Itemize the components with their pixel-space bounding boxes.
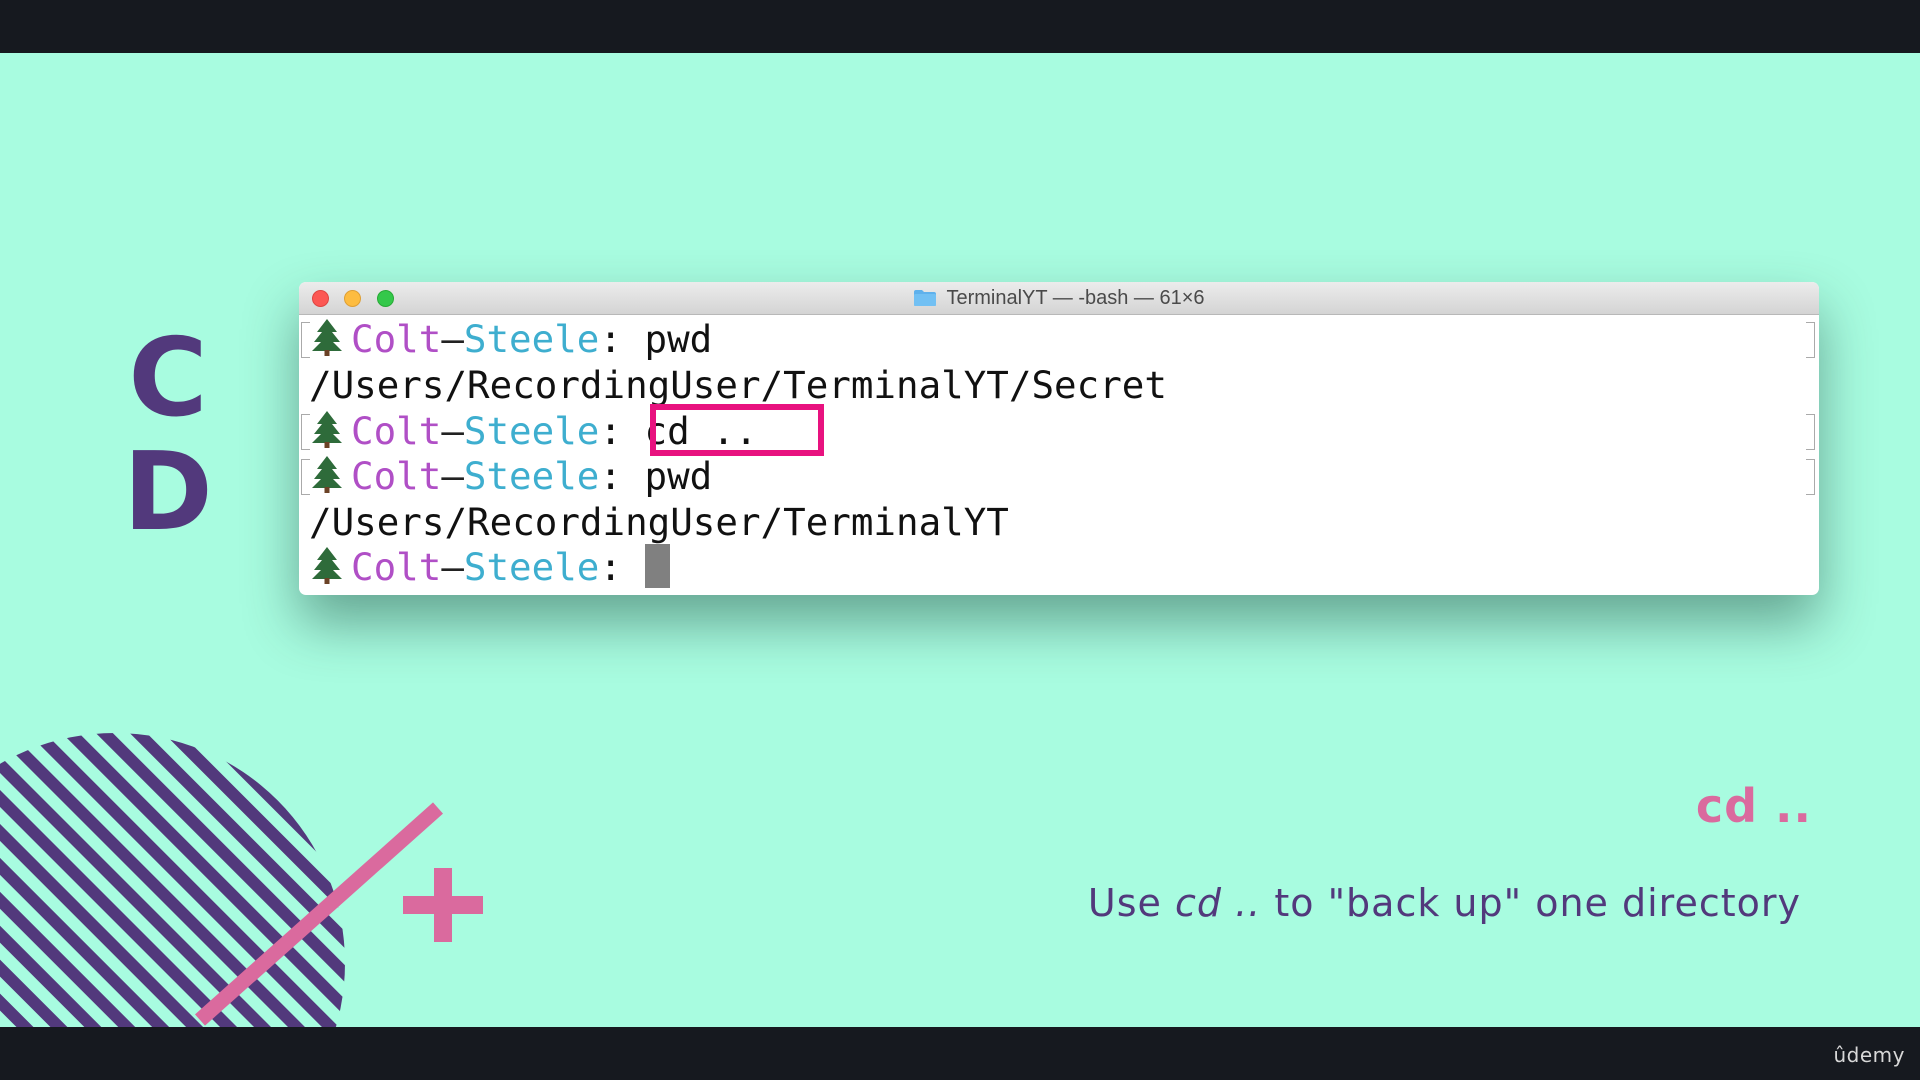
command-text bbox=[622, 545, 645, 589]
prompt-user-a: Colt bbox=[351, 317, 442, 361]
terminal-window[interactable]: TerminalYT — -bash — 61×6 Colt–Steele: p… bbox=[299, 282, 1819, 595]
terminal-line: Colt–Steele: pwd bbox=[309, 316, 712, 362]
tree-emoji-icon bbox=[312, 456, 342, 493]
line-marker-right bbox=[1806, 322, 1815, 358]
prompt-dash: – bbox=[441, 545, 464, 589]
prompt-colon: : bbox=[599, 409, 622, 453]
tree-emoji-icon bbox=[312, 411, 342, 448]
prompt-user-a: Colt bbox=[351, 545, 442, 589]
caption-text-before: Use bbox=[1087, 881, 1175, 925]
line-marker-right bbox=[1806, 459, 1815, 495]
letterbox-bottom bbox=[0, 1027, 1920, 1080]
slide-caption: Use cd .. to "back up" one directory bbox=[1088, 881, 1801, 925]
prompt-dash: – bbox=[441, 317, 464, 361]
command-heading: cd .. bbox=[1695, 779, 1812, 833]
plus-decoration bbox=[403, 868, 483, 942]
prompt-dash: – bbox=[441, 409, 464, 453]
prompt-user-b: Steele bbox=[463, 409, 600, 453]
caption-text-after: to "back up" one directory bbox=[1261, 881, 1801, 925]
caption-command: cd .. bbox=[1175, 881, 1262, 925]
line-marker-right bbox=[1806, 414, 1815, 450]
prompt-colon: : bbox=[599, 317, 622, 361]
command-highlight-box bbox=[650, 404, 824, 456]
prompt-user-a: Colt bbox=[351, 454, 442, 498]
udemy-logo: ûdemy bbox=[1833, 1043, 1905, 1067]
prompt-dash: – bbox=[441, 454, 464, 498]
tree-emoji-icon bbox=[312, 547, 342, 584]
prompt-user-b: Steele bbox=[463, 545, 600, 589]
command-text: pwd bbox=[621, 454, 713, 498]
terminal-output-line: /Users/RecordingUser/TerminalYT bbox=[309, 500, 1009, 544]
prompt-colon: : bbox=[599, 545, 622, 589]
command-text: pwd bbox=[621, 317, 713, 361]
terminal-line[interactable]: Colt–Steele: bbox=[309, 544, 670, 590]
prompt-user-b: Steele bbox=[463, 454, 600, 498]
text-cursor bbox=[644, 544, 670, 588]
terminal-output-line: /Users/RecordingUser/TerminalYT/Secret bbox=[309, 363, 1167, 407]
terminal-line: Colt–Steele: pwd bbox=[309, 453, 712, 499]
prompt-user-b: Steele bbox=[463, 317, 600, 361]
terminal-title-text: TerminalYT — -bash — 61×6 bbox=[946, 286, 1205, 309]
terminal-title: TerminalYT — -bash — 61×6 bbox=[299, 282, 1819, 314]
slide-letter-c: C bbox=[128, 316, 208, 441]
prompt-colon: : bbox=[599, 454, 622, 498]
prompt-user-a: Colt bbox=[351, 409, 442, 453]
slide-letter-d: D bbox=[123, 430, 213, 555]
folder-icon bbox=[914, 290, 937, 306]
terminal-content[interactable]: Colt–Steele: pwd /Users/RecordingUser/Te… bbox=[299, 314, 1819, 595]
tree-emoji-icon bbox=[312, 319, 342, 356]
letterbox-top bbox=[0, 0, 1920, 53]
terminal-titlebar[interactable]: TerminalYT — -bash — 61×6 bbox=[299, 282, 1819, 315]
